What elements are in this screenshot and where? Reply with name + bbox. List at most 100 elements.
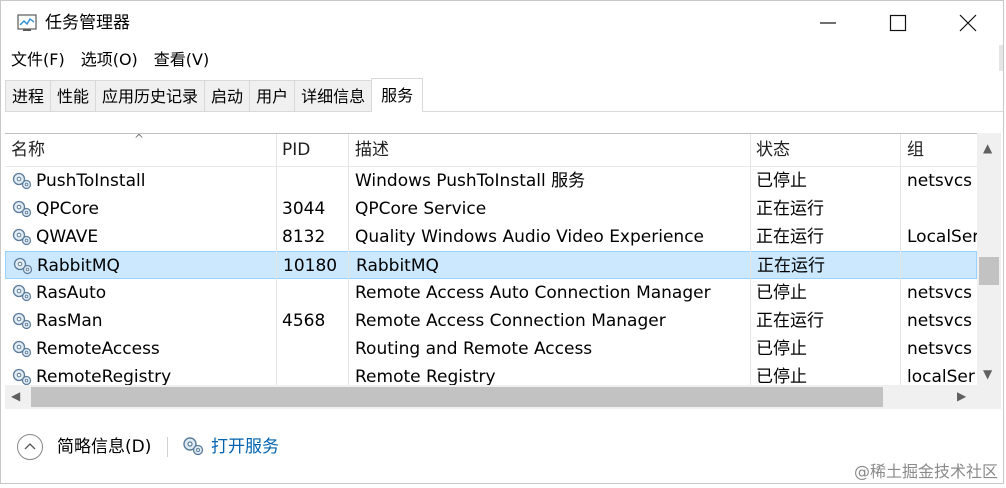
service-name: RasAuto <box>36 283 107 303</box>
service-gear-icon <box>12 228 32 246</box>
service-status: 已停止 <box>756 339 807 359</box>
scrollbar-corner <box>977 385 1001 409</box>
service-pid: 3044 <box>282 199 326 219</box>
column-header-name[interactable]: 名称 <box>5 134 275 166</box>
column-separator <box>750 134 751 386</box>
table-row[interactable]: QPCore 3044 QPCore Service 正在运行 <box>5 195 977 223</box>
bottom-bar: 简略信息(D) 打开服务 <box>1 413 1003 481</box>
table-row[interactable]: RemoteAccess Routing and Remote Access 已停止… <box>5 335 977 363</box>
service-name: PushToInstall <box>36 171 146 191</box>
chevron-up-icon <box>24 443 36 450</box>
tab-app-history[interactable]: 应用历史记录 <box>95 80 206 111</box>
column-separator <box>348 134 349 386</box>
table-row[interactable]: RabbitMQ 10180 RabbitMQ 正在运行 <box>5 251 977 279</box>
column-header-group[interactable]: 组 <box>901 134 977 166</box>
service-gear-icon <box>13 257 33 275</box>
task-manager-window: 任务管理器 文件(F) 选项(O) 查看(V) 进程 性能 应用历史记录 启动 … <box>0 0 1004 484</box>
tab-performance[interactable]: 性能 <box>50 80 97 111</box>
service-group <box>907 195 977 223</box>
service-status: 已停止 <box>756 367 807 386</box>
window-title: 任务管理器 <box>45 13 130 33</box>
table-row[interactable]: PushToInstall Windows PushToInstall 服务 已停止… <box>5 167 977 195</box>
scroll-left-icon[interactable]: ◀ <box>11 389 20 403</box>
service-pid: 4568 <box>282 311 326 331</box>
services-list[interactable]: ^ 名称 PID 描述 状态 组 PushToInstall Windows Pu… <box>5 133 977 386</box>
service-name: RemoteAccess <box>36 339 160 359</box>
service-status: 已停止 <box>756 171 807 191</box>
service-gear-icon <box>12 284 32 302</box>
menu-bar: 文件(F) 选项(O) 查看(V) <box>1 47 215 73</box>
service-description: Remote Registry <box>355 367 496 386</box>
service-gear-icon <box>12 340 32 358</box>
service-description: Windows PushToInstall 服务 <box>355 171 586 191</box>
service-group: LocalSer <box>907 227 977 247</box>
service-gear-icon <box>12 172 32 190</box>
column-header-row: ^ 名称 PID 描述 状态 组 <box>5 134 977 167</box>
vertical-scroll-thumb[interactable] <box>979 257 999 285</box>
service-description: Remote Access Auto Connection Manager <box>355 283 711 303</box>
service-status: 已停止 <box>756 283 807 303</box>
service-group: netsvcs <box>907 171 973 191</box>
service-gear-icon <box>12 200 32 218</box>
menu-options[interactable]: 选项(O) <box>71 47 144 73</box>
service-group: localSer <box>907 367 975 386</box>
column-header-description[interactable]: 描述 <box>349 134 749 166</box>
service-gear-icon <box>12 368 32 386</box>
table-row[interactable]: RemoteRegistry Remote Registry 已停止 localSer <box>5 363 977 386</box>
close-button[interactable] <box>933 1 1003 45</box>
maximize-icon <box>889 14 907 32</box>
tab-services[interactable]: 服务 <box>371 78 424 112</box>
service-status: 正在运行 <box>757 256 825 276</box>
task-manager-icon <box>17 14 37 31</box>
tab-details[interactable]: 详细信息 <box>294 80 373 111</box>
service-group: netsvcs <box>907 311 973 331</box>
scroll-up-icon[interactable]: ▲ <box>983 141 992 155</box>
service-pid <box>282 279 346 307</box>
open-services-link[interactable]: 打开服务 <box>211 435 279 459</box>
service-pid <box>282 167 346 195</box>
minimize-button[interactable] <box>793 1 863 45</box>
column-header-status[interactable]: 状态 <box>750 134 900 166</box>
column-separator <box>276 134 277 386</box>
table-row[interactable]: RasAuto Remote Access Auto Connection Man… <box>5 279 977 307</box>
service-gear-icon <box>183 437 204 456</box>
fewer-details-link[interactable]: 简略信息(D) <box>57 435 151 459</box>
title-bar[interactable]: 任务管理器 <box>1 1 1003 45</box>
service-name: RabbitMQ <box>37 256 120 276</box>
service-status: 正在运行 <box>756 311 824 331</box>
service-pid <box>282 363 346 386</box>
service-pid: 8132 <box>282 227 326 247</box>
collapse-button[interactable] <box>17 434 43 460</box>
tab-users[interactable]: 用户 <box>249 80 296 111</box>
tab-startup[interactable]: 启动 <box>204 80 251 111</box>
menu-view[interactable]: 查看(V) <box>144 47 215 73</box>
tab-bar: 进程 性能 应用历史记录 启动 用户 详细信息 服务 <box>5 77 1003 112</box>
table-row[interactable]: RasMan 4568 Remote Access Connection Manag… <box>5 307 977 335</box>
scroll-right-icon[interactable]: ▶ <box>957 389 966 403</box>
close-icon <box>959 14 977 32</box>
service-group: netsvcs <box>907 339 973 359</box>
service-pid: 10180 <box>283 256 338 276</box>
service-description: Quality Windows Audio Video Experience <box>355 227 704 247</box>
menu-file[interactable]: 文件(F) <box>1 47 71 73</box>
tab-processes[interactable]: 进程 <box>5 80 52 111</box>
service-status: 正在运行 <box>756 199 824 219</box>
service-name: RasMan <box>36 311 103 331</box>
watermark: @稀土掘金技术社区 <box>853 462 998 481</box>
table-row[interactable]: QWAVE 8132 Quality Windows Audio Video Exp… <box>5 223 977 251</box>
service-name: RemoteRegistry <box>36 367 172 386</box>
service-description: QPCore Service <box>355 199 487 219</box>
column-header-pid[interactable]: PID <box>276 134 348 166</box>
footer-divider <box>167 437 168 457</box>
horizontal-scroll-thumb[interactable] <box>31 387 883 407</box>
service-name: QPCore <box>36 199 99 219</box>
column-separator <box>900 134 901 386</box>
service-pid <box>282 335 346 363</box>
service-description: Remote Access Connection Manager <box>355 311 666 331</box>
service-group: netsvcs <box>907 283 973 303</box>
maximize-button[interactable] <box>863 1 933 45</box>
service-group <box>908 252 977 280</box>
scroll-down-icon[interactable]: ▼ <box>983 367 992 381</box>
service-status: 正在运行 <box>756 227 824 247</box>
service-description: Routing and Remote Access <box>355 339 593 359</box>
